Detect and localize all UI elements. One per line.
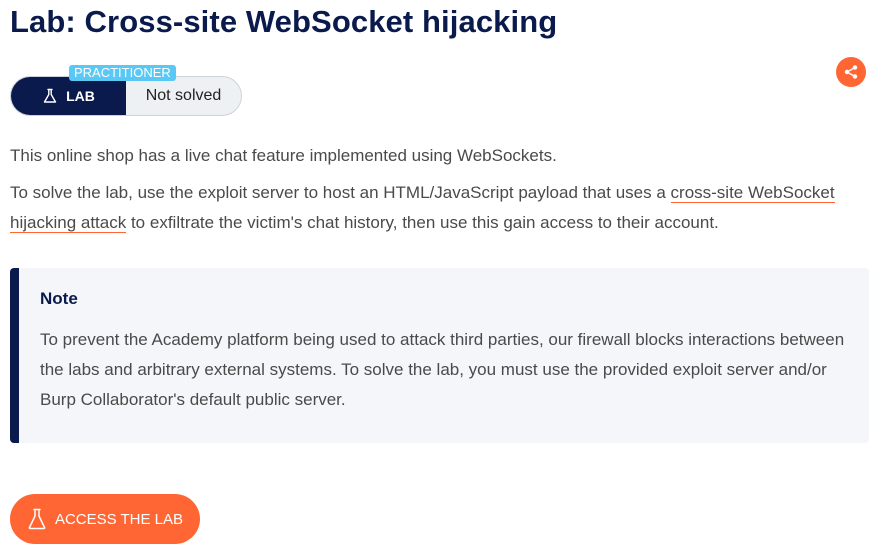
lab-status-pill: LAB Not solved — [10, 76, 242, 116]
page-title: Lab: Cross-site WebSocket hijacking — [10, 4, 558, 39]
description-paragraph-1: This online shop has a live chat feature… — [10, 146, 557, 165]
description-paragraph-2: To solve the lab, use the exploit server… — [10, 178, 870, 238]
lab-label-segment: LAB — [11, 77, 126, 115]
note-accent-bar — [10, 268, 19, 443]
lab-label: LAB — [66, 88, 95, 104]
status-badge: Not solved — [126, 77, 241, 115]
note-text: To prevent the Academy platform being us… — [40, 330, 845, 409]
description-text-before-link: To solve the lab, use the exploit server… — [10, 183, 671, 202]
access-lab-label: ACCESS THE LAB — [54, 510, 184, 528]
description-text-after-link: to exfiltrate the victim's chat history,… — [126, 213, 719, 232]
flask-icon — [27, 508, 47, 530]
note-callout: Note To prevent the Academy platform bei… — [10, 268, 869, 443]
share-button[interactable] — [836, 57, 866, 87]
status-text: Not solved — [145, 87, 222, 104]
share-icon — [843, 64, 859, 80]
level-badge: PRACTITIONER — [69, 65, 176, 81]
flask-icon — [42, 88, 58, 104]
access-lab-button[interactable]: ACCESS THE LAB — [10, 494, 200, 544]
lab-page: Lab: Cross-site WebSocket hijacking PRAC… — [0, 0, 881, 552]
lab-status-widget: PRACTITIONER LAB Not solved — [10, 65, 242, 116]
note-title: Note — [40, 289, 78, 308]
